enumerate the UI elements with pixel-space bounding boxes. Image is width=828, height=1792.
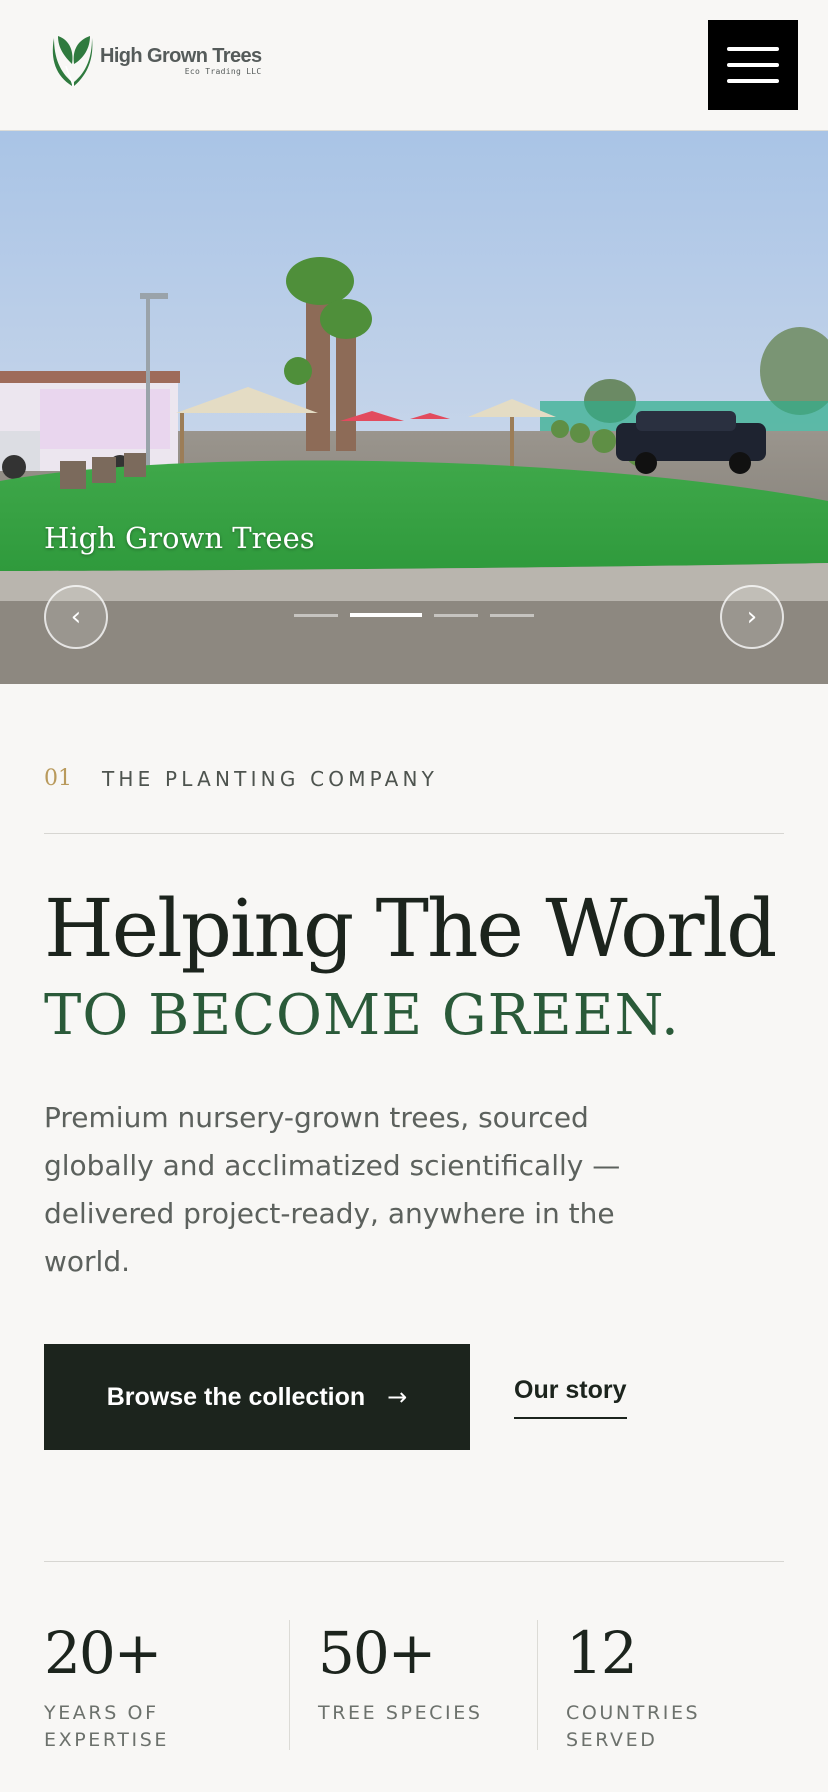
carousel-dot[interactable] (434, 613, 478, 617)
stat-species: 50+ TREE SPECIES (318, 1620, 518, 1727)
browse-collection-button[interactable]: Browse the collection → (44, 1344, 470, 1450)
stat-value: 50+ (318, 1619, 436, 1687)
site-header: High Grown Trees Eco Trading LLC (0, 0, 828, 131)
carousel-dot-active[interactable] (350, 613, 422, 617)
divider (44, 833, 784, 834)
browse-collection-label: Browse the collection (106, 1382, 366, 1411)
arrow-right-icon: → (387, 1383, 408, 1411)
brand-name: High Grown Trees (100, 44, 262, 67)
section-eyebrow: 01 THE PLANTING COMPANY (44, 766, 438, 791)
stat-separator (289, 1620, 290, 1750)
carousel-dot[interactable] (294, 613, 338, 617)
menu-button[interactable] (708, 20, 798, 110)
brand-wordmark: High Grown Trees Eco Trading LLC (100, 45, 262, 76)
hero-carousel[interactable]: High Grown Trees ‹ › (0, 131, 828, 684)
carousel-dot[interactable] (490, 613, 534, 617)
hamburger-icon-bar (727, 63, 779, 67)
stat-value: 20+ (44, 1619, 162, 1687)
carousel-pagination (294, 613, 534, 617)
chevron-left-icon: ‹ (70, 602, 82, 632)
page-title: Helping The World (44, 882, 777, 975)
page-subtitle: TO BECOME GREEN. (44, 983, 680, 1048)
stat-label: YEARS OF EXPERTISE (44, 1702, 169, 1751)
stat-label: COUNTRIES SERVED (566, 1702, 701, 1751)
section-number: 01 (44, 766, 72, 791)
stat-separator (537, 1620, 538, 1750)
intro-description: Premium nursery-grown trees, sourced glo… (44, 1101, 621, 1278)
our-story-link[interactable]: Our story (514, 1376, 627, 1419)
stat-countries: 12 COUNTRIES SERVED (566, 1620, 786, 1754)
brand-logo[interactable]: High Grown Trees Eco Trading LLC (48, 30, 262, 90)
brand-tagline: Eco Trading LLC (184, 66, 262, 76)
hero-caption: High Grown Trees (44, 521, 315, 555)
stat-years: 20+ YEARS OF EXPERTISE (44, 1620, 264, 1754)
leaf-logo-icon (52, 36, 93, 87)
hero-image (0, 131, 828, 684)
chevron-right-icon: › (746, 602, 758, 632)
hamburger-icon-bar (727, 47, 779, 51)
hamburger-icon-bar (727, 79, 779, 83)
stat-label: TREE SPECIES (318, 1702, 483, 1724)
carousel-prev-button[interactable]: ‹ (44, 585, 108, 649)
divider (44, 1561, 784, 1562)
carousel-next-button[interactable]: › (720, 585, 784, 649)
section-label: THE PLANTING COMPANY (102, 766, 439, 791)
stat-value: 12 (566, 1619, 638, 1687)
